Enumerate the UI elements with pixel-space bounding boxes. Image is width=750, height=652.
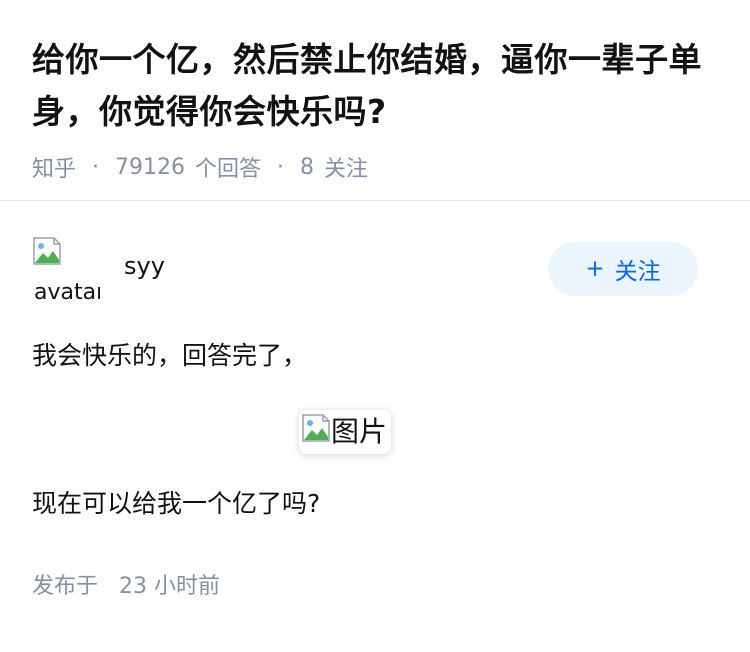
answer-count-label[interactable]: 个回答 xyxy=(195,151,261,183)
broken-image-icon xyxy=(302,414,330,442)
author-name[interactable]: syy xyxy=(124,252,165,280)
answer-count: 79126 xyxy=(115,154,186,180)
meta-separator: · xyxy=(277,154,285,180)
image-alt-text: 图片 xyxy=(330,415,387,448)
follow-count: 8 xyxy=(300,154,315,180)
answer-footer: 发布于 23 小时前 xyxy=(32,568,698,600)
answer-figure: 图片 xyxy=(32,410,698,454)
broken-image-icon xyxy=(33,237,61,265)
avatar[interactable]: avatar xyxy=(32,236,100,300)
section-divider xyxy=(0,200,750,201)
follow-button-label: 关注 xyxy=(614,259,661,285)
follow-count-label[interactable]: 关注 xyxy=(324,151,368,183)
question-title[interactable]: 给你一个亿，然后禁止你结婚，逼你一辈子单身，你觉得你会快乐吗? xyxy=(32,34,718,138)
question-meta: 知乎 · 79126 个回答 · 8 关注 xyxy=(32,151,718,183)
avatar-alt-text: avatar xyxy=(34,280,100,300)
meta-separator: · xyxy=(92,154,100,180)
published-time[interactable]: 23 小时前 xyxy=(119,574,220,599)
zhihu-answer-page: 给你一个亿，然后禁止你结婚，逼你一辈子单身，你觉得你会快乐吗? 知乎 · 791… xyxy=(0,0,750,652)
answer-paragraph: 我会快乐的，回答完了， xyxy=(32,341,308,370)
answer-image[interactable]: 图片 xyxy=(298,410,391,454)
published-label: 发布于 xyxy=(32,574,99,599)
follow-button[interactable]: + 关注 xyxy=(548,242,698,296)
author-row: avatar syy + 关注 xyxy=(32,236,698,300)
answer-card: avatar syy + 关注 我会快乐的，回答完了， 图片 现在可以给我一个亿… xyxy=(32,236,698,600)
answer-paragraph: 现在可以给我一个亿了吗? xyxy=(32,489,321,518)
plus-icon: + xyxy=(585,256,605,282)
question-header: 给你一个亿，然后禁止你结婚，逼你一辈子单身，你觉得你会快乐吗? 知乎 · 791… xyxy=(0,0,750,182)
source-label[interactable]: 知乎 xyxy=(32,151,76,183)
